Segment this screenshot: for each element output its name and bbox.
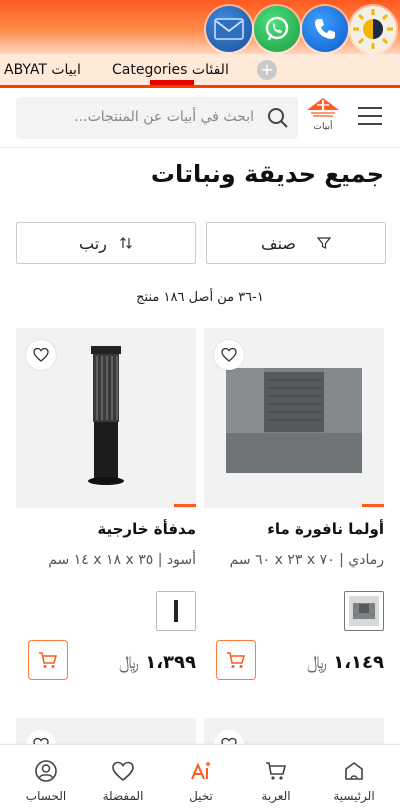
mail-button[interactable] — [206, 6, 252, 52]
filter-icon — [317, 237, 331, 249]
nav-home[interactable]: الرئيسية — [314, 745, 394, 810]
swatch-thumbnail — [349, 596, 379, 626]
product-image[interactable] — [204, 328, 384, 508]
page-title: جميع حديقة ونباتات — [150, 160, 384, 188]
active-tab-indicator — [150, 80, 194, 85]
tab-abyat[interactable]: ABYAT ابيات — [4, 62, 81, 78]
product-image[interactable] — [16, 328, 196, 508]
whatsapp-icon — [265, 16, 289, 41]
bottom-navigation: الرئيسية العربة تخيل المفضلة الحساب — [0, 744, 400, 810]
favorite-button[interactable] — [214, 340, 244, 370]
heart-icon — [33, 347, 49, 362]
mail-icon — [214, 18, 244, 40]
filter-button[interactable]: صنف — [206, 222, 386, 264]
site-header: ابحث في أبيات عن المنتجات... أبيات — [0, 88, 400, 148]
swatch-thumbnail — [174, 600, 178, 622]
add-to-cart-button[interactable] — [28, 640, 68, 680]
product-name[interactable]: أولما نافورة ماء — [267, 520, 384, 538]
browser-tab-strip: ABYAT ابيات Categories الفئات + — [0, 54, 400, 88]
product-name[interactable]: مدفأة خارجية — [97, 520, 196, 538]
nav-cart[interactable]: العربة — [236, 745, 316, 810]
result-count: ١-٣٦ من أصل ١٨٦ منتج — [136, 290, 264, 305]
phone-button[interactable] — [302, 6, 348, 52]
card-accent — [362, 504, 384, 507]
product-spec: رمادي | ٧٠ x ٢٣ x ٦٠ سم — [229, 552, 384, 568]
color-swatch[interactable] — [156, 591, 196, 631]
ai-icon — [191, 761, 211, 780]
product-price: ١،٣٩٩ ﷼ — [119, 652, 196, 673]
phone-icon — [315, 19, 335, 39]
nav-cart-label: العربة — [261, 789, 291, 803]
price-value: ١،١٤٩ — [333, 652, 384, 673]
filter-label: صنف — [261, 234, 296, 253]
favorite-button[interactable] — [26, 340, 56, 370]
cart-icon — [227, 652, 245, 668]
abyat-logo[interactable]: أبيات — [305, 96, 341, 134]
sort-label: رتب — [79, 234, 107, 253]
cart-icon — [266, 762, 287, 780]
logo-text: أبيات — [313, 122, 333, 132]
product-spec: أسود | ٣٥ x ١٨ x ١٤ سم — [48, 552, 196, 568]
tab-categories[interactable]: Categories الفئات — [112, 62, 229, 78]
heart-icon — [221, 347, 237, 362]
search-icon[interactable] — [266, 106, 290, 130]
cart-icon — [39, 652, 57, 668]
product-price: ١،١٤٩ ﷼ — [307, 652, 384, 673]
home-icon — [345, 762, 363, 780]
add-to-cart-button[interactable] — [216, 640, 256, 680]
app-screen: ABYAT ابيات Categories الفئات + ابحث في … — [0, 0, 400, 810]
color-swatch[interactable] — [344, 591, 384, 631]
sort-icon — [120, 237, 132, 249]
whatsapp-button[interactable] — [254, 6, 300, 52]
nav-imagine[interactable]: تخيل — [161, 745, 241, 810]
hamburger-menu-icon[interactable] — [358, 107, 382, 127]
nav-imagine-label: تخيل — [189, 789, 213, 803]
search-placeholder: ابحث في أبيات عن المنتجات... — [74, 109, 254, 125]
top-bar — [0, 0, 400, 54]
product-card[interactable]: أولما نافورة ماء رمادي | ٧٠ x ٢٣ x ٦٠ سم… — [204, 328, 384, 698]
nav-home-label: الرئيسية — [333, 789, 375, 803]
theme-toggle-button[interactable] — [350, 6, 396, 52]
search-input[interactable]: ابحث في أبيات عن المنتجات... — [16, 97, 298, 139]
theme-toggle-icon — [353, 9, 393, 49]
card-accent — [174, 504, 196, 507]
nav-account-label: الحساب — [25, 789, 67, 803]
account-icon — [35, 760, 57, 782]
product-card[interactable]: مدفأة خارجية أسود | ٣٥ x ١٨ x ١٤ سم ١،٣٩… — [16, 328, 196, 698]
heart-icon — [112, 761, 134, 782]
nav-favorites[interactable]: المفضلة — [83, 745, 163, 810]
currency-symbol: ﷼ — [118, 652, 139, 673]
plus-icon: + — [260, 60, 274, 79]
sort-button[interactable]: رتب — [16, 222, 196, 264]
nav-favorites-label: المفضلة — [102, 789, 144, 803]
nav-account[interactable]: الحساب — [6, 745, 86, 810]
add-tab-button[interactable]: + — [257, 60, 277, 80]
currency-symbol: ﷼ — [306, 652, 327, 673]
price-value: ١،٣٩٩ — [145, 652, 196, 673]
